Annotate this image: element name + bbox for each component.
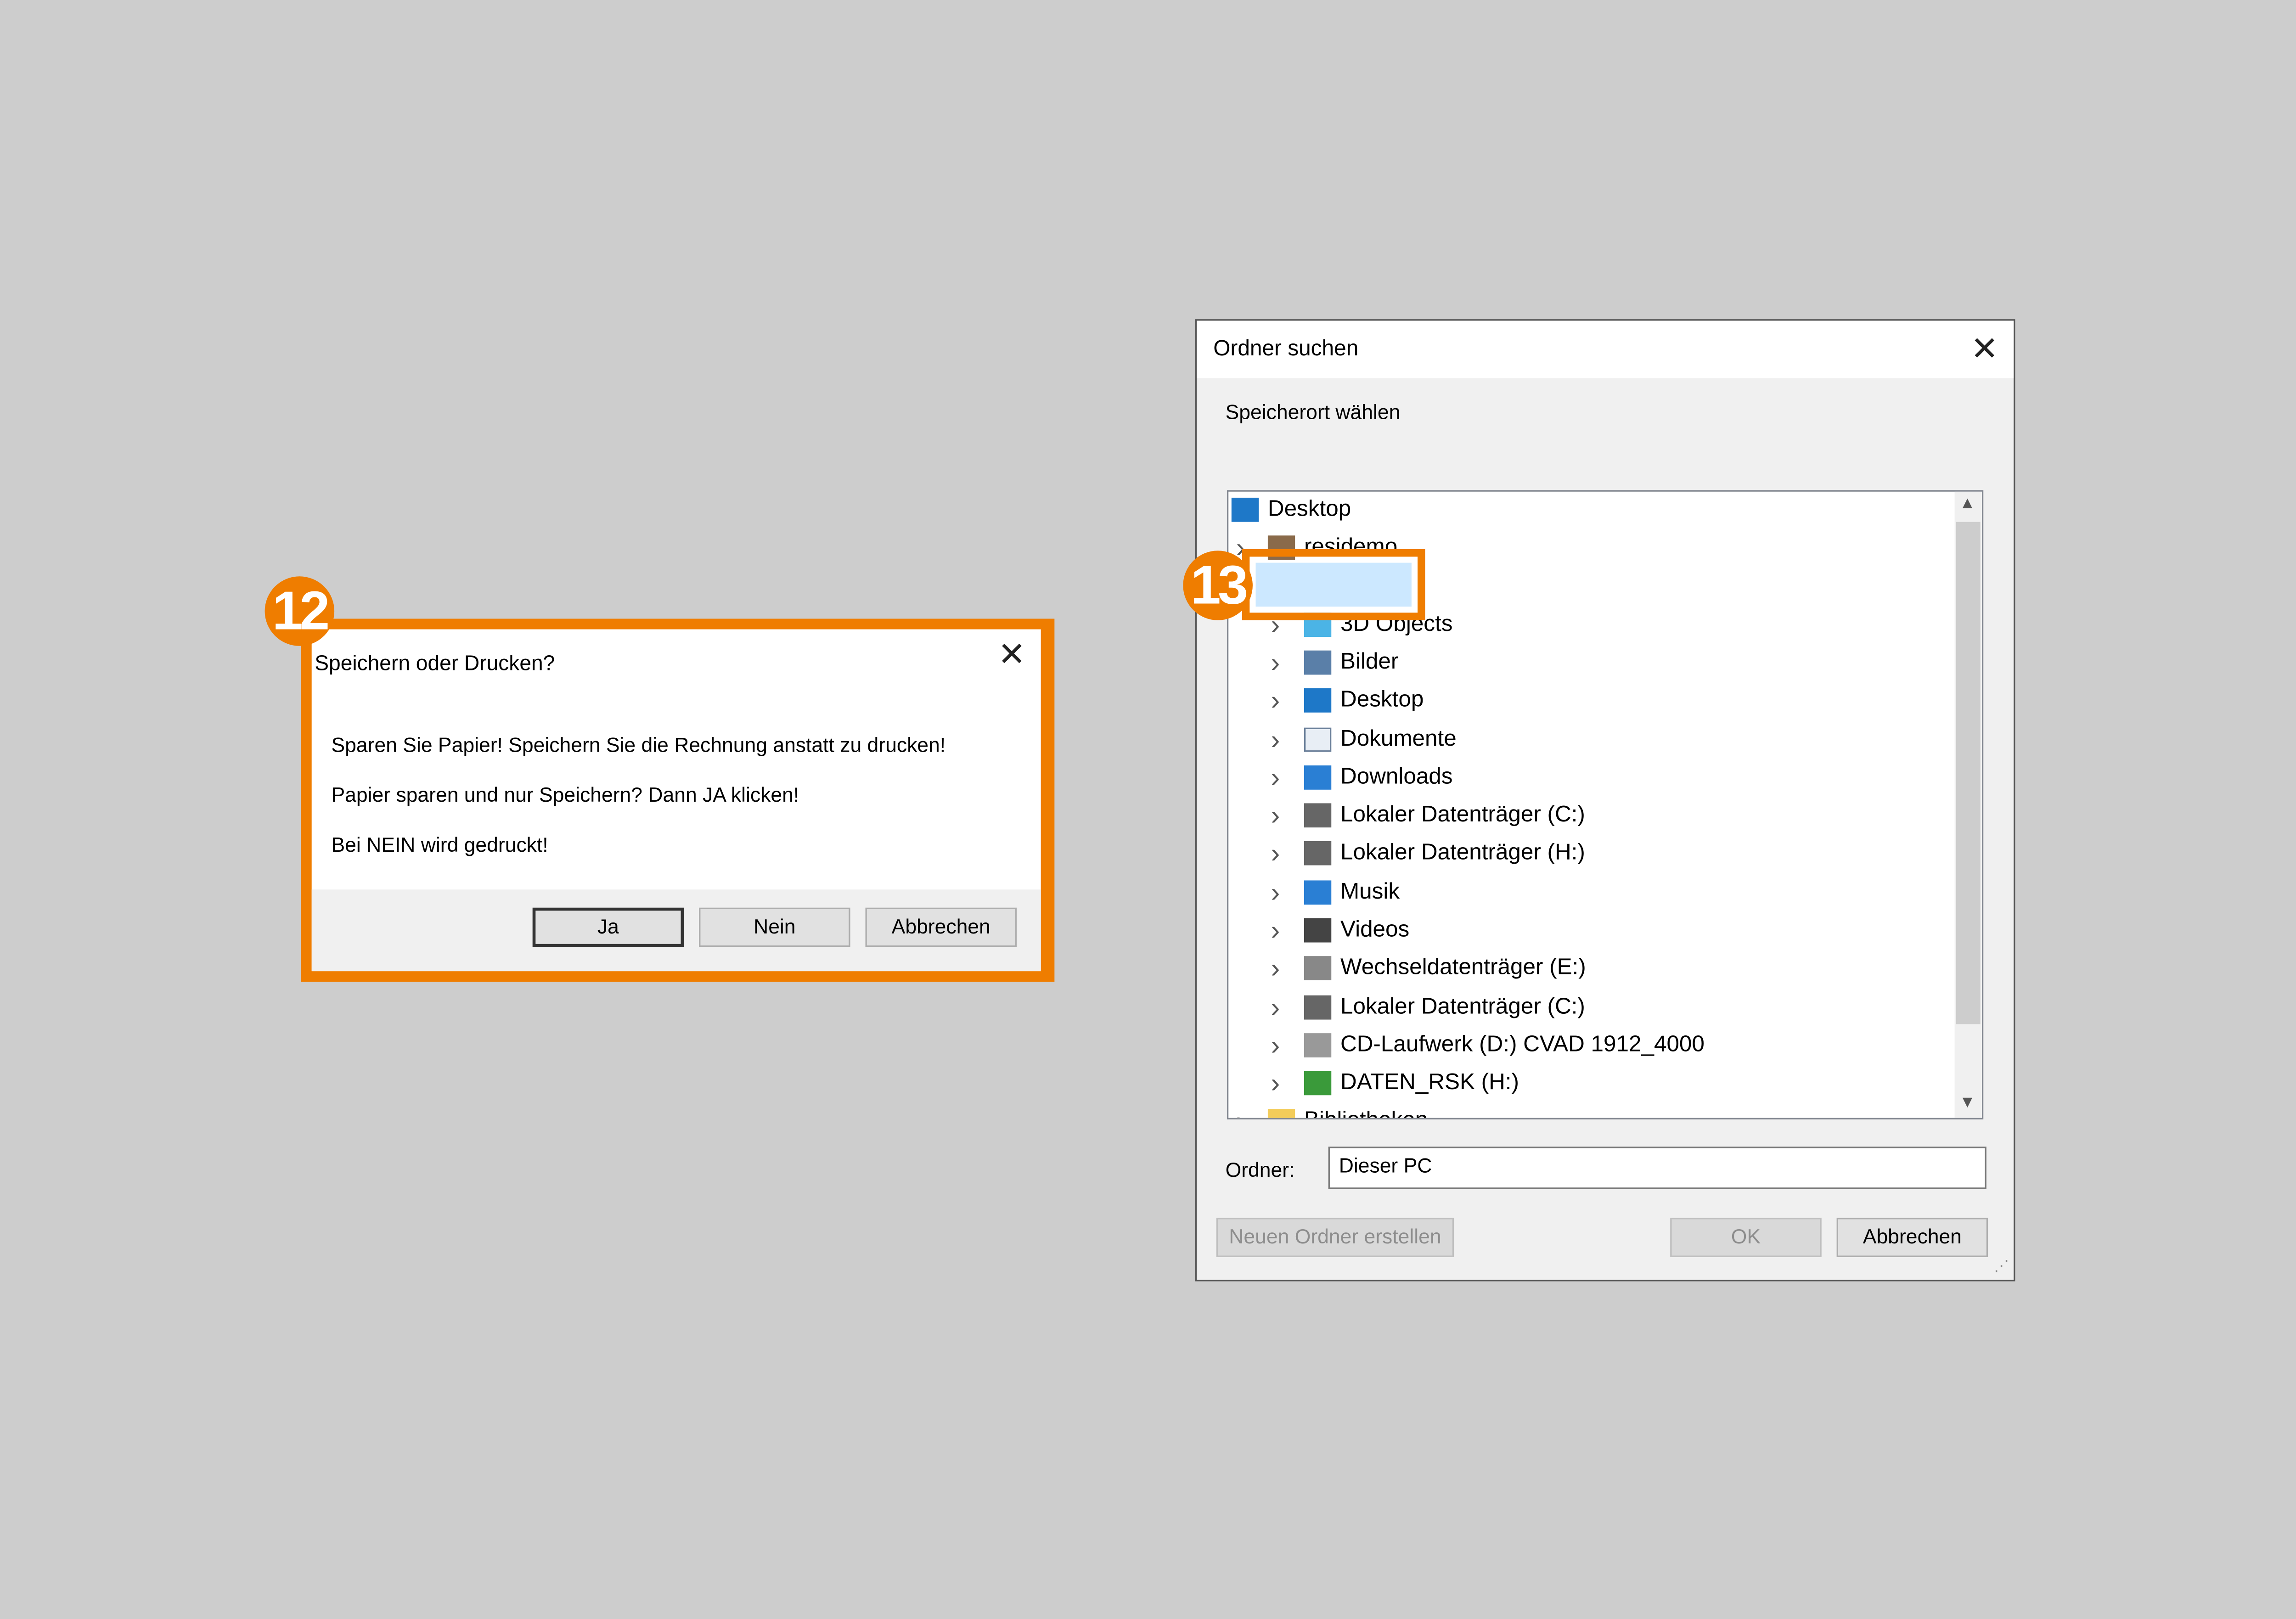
dialog-description: Speicherort wählen: [1225, 401, 1401, 424]
tree-item[interactable]: › Downloads: [1228, 759, 1952, 796]
chevron-right-icon[interactable]: ›: [1271, 835, 1280, 871]
chevron-right-icon[interactable]: ›: [1271, 1027, 1280, 1063]
step-badge-13: 13: [1183, 551, 1253, 620]
tree-item[interactable]: › Lokaler Datenträger (C:): [1228, 989, 1952, 1026]
chevron-right-icon[interactable]: ›: [1271, 759, 1280, 796]
tree-item-label: Lokaler Datenträger (C:): [1340, 802, 1585, 828]
cancel-button[interactable]: Abbrechen: [1836, 1218, 1988, 1257]
new-folder-button[interactable]: Neuen Ordner erstellen: [1216, 1218, 1454, 1257]
tree-item-label: Desktop: [1267, 496, 1351, 522]
step-badge-12: 12: [264, 576, 335, 646]
folder-icon: [1267, 1108, 1295, 1118]
tree-item-label: Lokaler Datenträger (H:): [1340, 839, 1585, 866]
desktop-icon: [1304, 688, 1332, 713]
tree-item-label: DATEN_RSK (H:): [1340, 1069, 1519, 1096]
message-line-1: Sparen Sie Papier! Speichern Sie die Rec…: [331, 733, 946, 757]
tree-item[interactable]: › CD-Laufwerk (D:) CVAD 1912_4000: [1228, 1027, 1952, 1063]
chevron-right-icon[interactable]: ›: [1271, 722, 1280, 758]
drive-icon: [1304, 803, 1332, 828]
tree-item[interactable]: › Videos: [1228, 912, 1952, 949]
resize-grip-icon[interactable]: ⋰: [1994, 1259, 2009, 1275]
pictures-icon: [1304, 650, 1332, 675]
chevron-right-icon[interactable]: ›: [1271, 989, 1280, 1026]
tree-item[interactable]: › Lokaler Datenträger (C:): [1228, 797, 1952, 833]
message-line-2: Papier sparen und nur Speichern? Dann JA…: [331, 783, 799, 807]
chevron-right-icon[interactable]: ›: [1271, 644, 1280, 680]
removable-drive-icon: [1304, 956, 1332, 980]
yes-button[interactable]: Ja: [532, 907, 684, 947]
ok-button[interactable]: OK: [1670, 1218, 1822, 1257]
chevron-right-icon[interactable]: ›: [1271, 912, 1280, 949]
documents-icon: [1304, 727, 1332, 752]
tree-item[interactable]: › Dokumente: [1228, 722, 1952, 758]
close-icon[interactable]: ✕: [998, 638, 1026, 671]
network-drive-icon: [1304, 1071, 1332, 1096]
tree-item[interactable]: › Lokaler Datenträger (H:): [1228, 835, 1952, 871]
vertical-scrollbar[interactable]: ▲ ▼: [1954, 491, 1982, 1118]
button-bar: Ja Nein Abbrechen: [311, 889, 1041, 972]
save-or-print-dialog: Speichern oder Drucken? ✕ Sparen Sie Pap…: [301, 618, 1055, 982]
chevron-right-icon[interactable]: ›: [1236, 1103, 1245, 1118]
chevron-right-icon[interactable]: ›: [1271, 682, 1280, 719]
dialog-title: Ordner suchen: [1213, 337, 1359, 362]
no-button[interactable]: Nein: [699, 907, 850, 947]
cancel-button[interactable]: Abbrechen: [865, 907, 1017, 947]
tree-item-label: Bilder: [1340, 649, 1399, 675]
tree-item-label: CD-Laufwerk (D:) CVAD 1912_4000: [1340, 1031, 1705, 1057]
tree-item[interactable]: › Bibliotheken: [1228, 1103, 1952, 1118]
tree-item-label: Dokumente: [1340, 726, 1457, 752]
tree-item[interactable]: › Desktop: [1228, 682, 1952, 719]
tree-item[interactable]: Desktop: [1228, 492, 1952, 528]
tree-item[interactable]: › Wechseldatenträger (E:): [1228, 950, 1952, 986]
folder-label: Ordner:: [1225, 1158, 1295, 1182]
dialog-title: Speichern oder Drucken?: [315, 650, 555, 675]
downloads-icon: [1304, 765, 1332, 790]
chevron-right-icon[interactable]: ›: [1271, 950, 1280, 986]
chevron-right-icon[interactable]: ›: [1271, 1065, 1280, 1101]
scroll-up-icon[interactable]: ▲: [1959, 495, 1976, 513]
music-icon: [1304, 880, 1332, 905]
folder-input[interactable]: Dieser PC: [1328, 1147, 1986, 1189]
drive-icon: [1304, 841, 1332, 866]
tree-item-label: Wechseldatenträger (E:): [1340, 954, 1586, 980]
tree-item-label: Desktop: [1340, 686, 1424, 713]
tree-item-label: Lokaler Datenträger (C:): [1340, 994, 1585, 1020]
chevron-right-icon[interactable]: ›: [1271, 874, 1280, 911]
cd-drive-icon: [1304, 1033, 1332, 1057]
scroll-down-icon[interactable]: ▼: [1959, 1094, 1976, 1112]
tree-item-label: Videos: [1340, 916, 1410, 943]
tree-item-label: Downloads: [1340, 764, 1453, 790]
chevron-right-icon[interactable]: ›: [1271, 797, 1280, 833]
tree-item[interactable]: › DATEN_RSK (H:): [1228, 1065, 1952, 1101]
drive-icon: [1304, 995, 1332, 1020]
tree-item[interactable]: › Bilder: [1228, 644, 1952, 680]
dieser-pc-highlight: [1242, 549, 1425, 620]
desktop-icon: [1231, 497, 1259, 522]
tree-item[interactable]: › Musik: [1228, 874, 1952, 911]
tree-item-label: Bibliotheken: [1304, 1103, 1428, 1118]
dialog-body: Speichern oder Drucken? ✕ Sparen Sie Pap…: [311, 629, 1041, 972]
title-bar: Ordner suchen ✕: [1197, 320, 2014, 378]
videos-icon: [1304, 918, 1332, 943]
selection-highlight: [1255, 562, 1412, 607]
message-line-3: Bei NEIN wird gedruckt!: [331, 833, 548, 856]
tree-item-label: Musik: [1340, 879, 1400, 905]
scrollbar-thumb[interactable]: [1956, 522, 1981, 1024]
close-icon[interactable]: ✕: [1970, 330, 1998, 369]
browse-folder-dialog: Ordner suchen ✕ Speicherort wählen Deskt…: [1195, 319, 2015, 1282]
